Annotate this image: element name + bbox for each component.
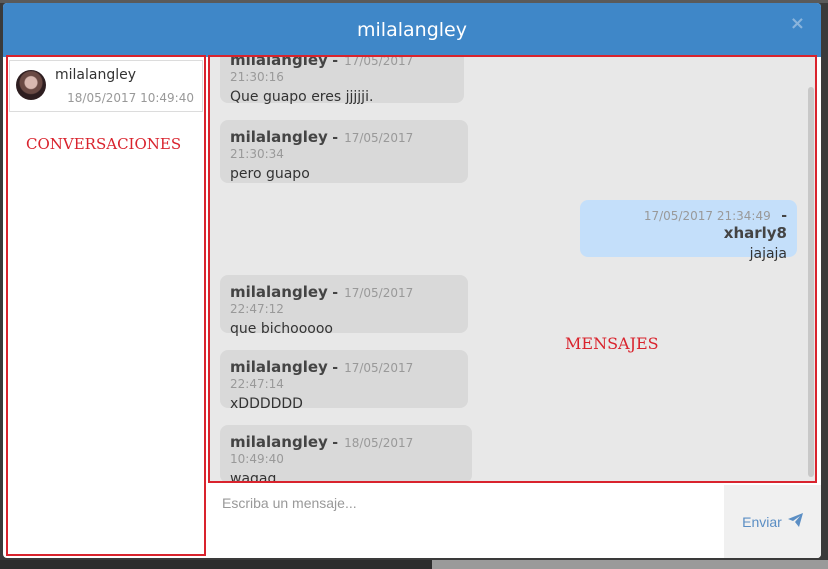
message-composer: Enviar [208,485,821,558]
message-user: milalangley [230,433,328,451]
message-separator: - [332,130,339,146]
message-text: wagag [230,471,277,483]
message-user: milalangley [230,283,328,301]
message-text: xDDDDDD [230,396,303,412]
message-separator: - [332,285,339,301]
message-text: Que guapo eres jjjjji. [230,89,374,105]
message-text: jajaja [749,246,787,262]
message-user: milalangley [230,358,328,376]
message-bubble: milalangley -18/05/2017 10:49:40 wagag [220,425,472,483]
message-user: milalangley [230,128,328,146]
messages-annotation: MENSAJES [565,334,659,353]
modal-header: milalangley × [3,3,821,57]
message-bubble-outgoing: 17/05/2017 21:34:49 - xharly8 jajaja [580,200,797,262]
message-user: milalangley [230,55,328,69]
conversations-panel: milalangley 18/05/2017 10:49:40 CONVERSA… [6,55,206,556]
avatar [16,70,46,100]
message-separator: - [332,435,339,451]
message-text: pero guapo [230,166,310,182]
page-background-bottom-right [432,560,828,569]
message-bubble: milalangley -17/05/2017 21:30:16 Que gua… [220,55,464,105]
conversation-item[interactable]: milalangley 18/05/2017 10:49:40 [9,60,203,112]
conversation-date: 18/05/2017 10:49:40 [67,91,194,105]
message-separator: - [332,360,339,376]
send-button[interactable]: Enviar [724,485,821,558]
message-user: xharly8 [723,224,787,242]
close-button[interactable]: × [790,13,805,34]
conversations-annotation: CONVERSACIONES [26,135,182,153]
chat-modal: milalangley × milalangley 18/05/2017 10:… [3,3,821,558]
message-input[interactable] [208,485,722,558]
send-button-label: Enviar [742,513,782,530]
message-bubble: milalangley -17/05/2017 22:47:12 que bic… [220,275,468,337]
paper-plane-icon [787,513,803,530]
message-text: que bichooooo [230,321,333,337]
message-separator: - [781,208,787,224]
message-bubble: milalangley -17/05/2017 22:47:14 xDDDDDD [220,350,468,412]
conversation-name: milalangley [55,67,137,83]
message-bubble: milalangley -17/05/2017 21:30:34 pero gu… [220,120,468,183]
message-date: 17/05/2017 21:34:49 [643,209,771,223]
messages-scrollbar[interactable] [808,87,814,477]
modal-title: milalangley [357,19,467,41]
page-background-bottom-left [0,560,432,569]
message-separator: - [332,55,339,69]
messages-panel[interactable]: milalangley -17/05/2017 21:30:16 Que gua… [208,55,817,483]
